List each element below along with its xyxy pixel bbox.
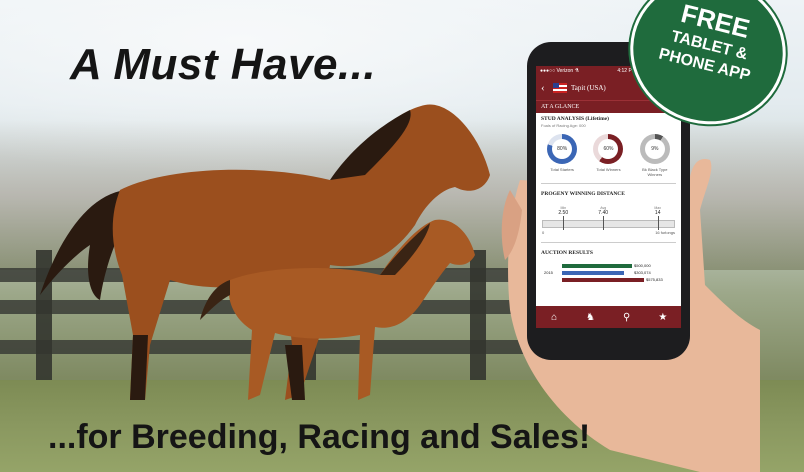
max-tick: Max 14 [654, 206, 662, 216]
auction-value: $575,833 [646, 277, 663, 282]
horse-icon[interactable]: ♞ [575, 312, 605, 323]
divider [541, 183, 676, 184]
at-a-glance-label: AT A GLANCE [541, 104, 580, 110]
auction-value: $303,074 [634, 270, 651, 275]
mare-and-foal-image [40, 104, 490, 400]
home-icon[interactable]: ⌂ [539, 312, 569, 323]
us-flag-icon [553, 83, 567, 93]
black-type-ring: 9% Bk Black Type Winners [635, 134, 675, 177]
distance-start: 0 [542, 230, 545, 235]
stud-analysis-title: STUD ANALYSIS (Lifetime) [541, 116, 609, 122]
starters-ring: 80% Total Starters [542, 134, 582, 177]
ring-chart: 80% [547, 134, 578, 164]
auction-bar [562, 271, 624, 275]
ring-chart: 60% [593, 134, 624, 164]
ring-caption: Bk Black Type Winners [642, 167, 668, 177]
progeny-distance-bar: Min 2.50 Avg 7.40 Max 14 0 16 furlongs [542, 200, 675, 238]
distance-end: 16 furlongs [655, 230, 675, 235]
ring-caption: Total Winners [596, 167, 621, 172]
ring-value: 60% [598, 139, 619, 159]
ring-value: 9% [644, 139, 665, 159]
stud-analysis-rings: 80% Total Starters 60% Total Winners 9% … [536, 128, 681, 179]
tick-line [563, 216, 565, 230]
tick-line [657, 216, 659, 230]
headline: A Must Have... [70, 40, 377, 89]
distance-track [542, 220, 675, 228]
ring-value: 80% [552, 139, 573, 159]
ring-chart: 9% [639, 134, 670, 164]
tagline: ...for Breeding, Racing and Sales! [48, 418, 591, 456]
progeny-distance-title: PROGENY WINNING DISTANCE [541, 191, 625, 197]
advertisement-banner: ●●●○○ Verizon ⚗ 4:12 PM ▮ ‹ Tapit (USA) … [0, 0, 804, 472]
winners-ring: 60% Total Winners [588, 134, 628, 177]
auction-results-title: AUCTION RESULTS [541, 250, 593, 256]
auction-value: $500,000 [634, 263, 651, 268]
auction-bar [562, 264, 632, 268]
auction-year: 2015 [544, 270, 553, 275]
star-icon[interactable]: ★ [648, 312, 678, 323]
carrier-text: ●●●○○ Verizon ⚗ [540, 68, 580, 74]
app-tab-bar: ⌂ ♞ ⚲ ★ [536, 306, 681, 328]
search-icon[interactable]: ⚲ [612, 312, 642, 323]
back-arrow-icon[interactable]: ‹ [541, 82, 553, 94]
divider [541, 242, 676, 243]
avg-tick: Avg 7.40 [598, 206, 609, 216]
ring-caption: Total Starters [550, 167, 574, 172]
min-tick: Min 2.50 [558, 206, 569, 216]
tick-line [603, 216, 605, 230]
auction-bar [562, 278, 644, 282]
auction-results-chart: $500,000 $303,074 2015 $575,833 [542, 260, 675, 292]
